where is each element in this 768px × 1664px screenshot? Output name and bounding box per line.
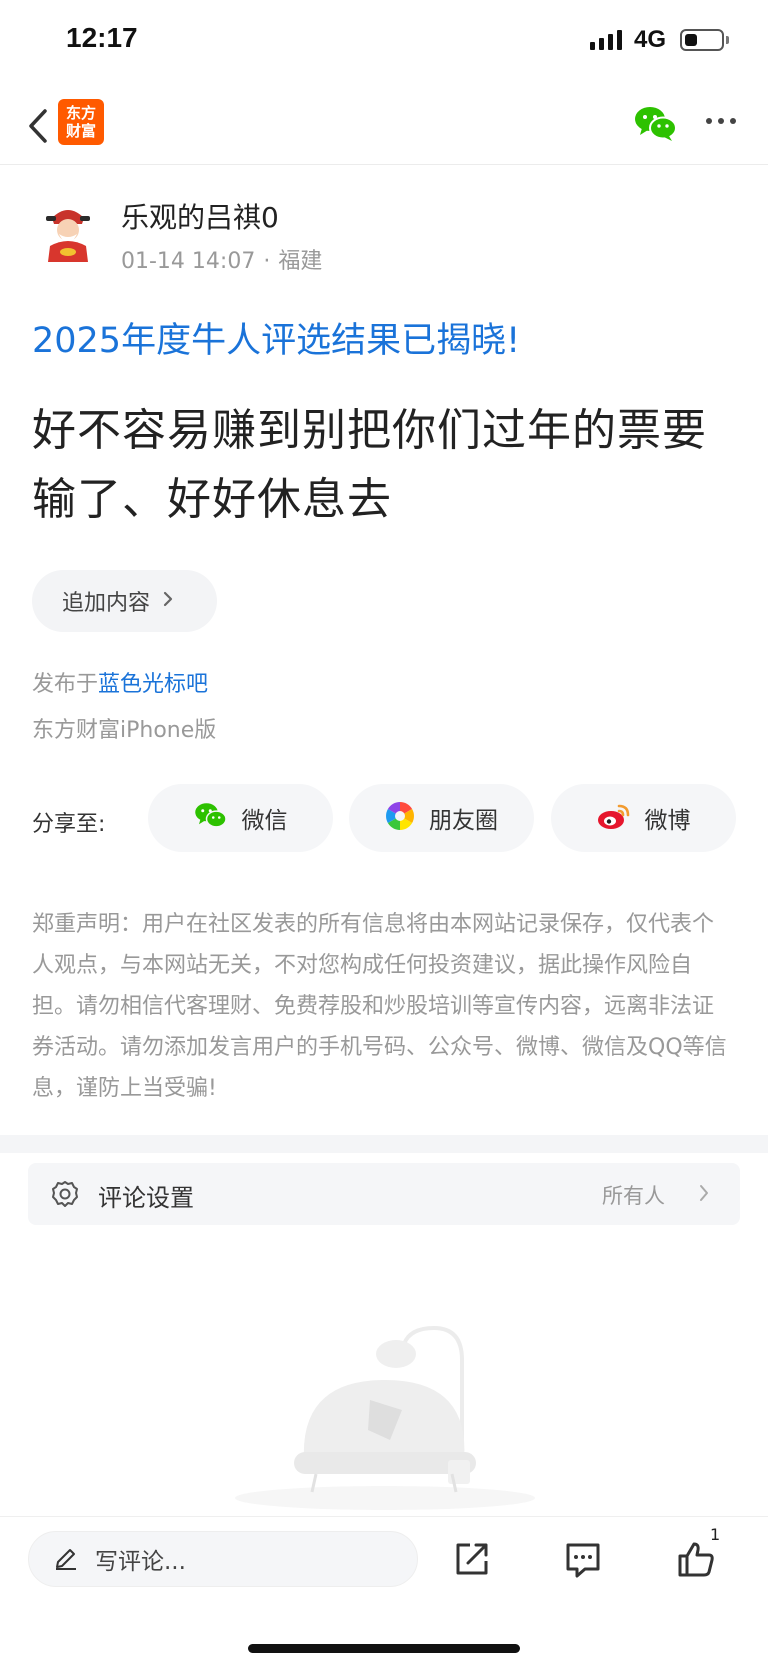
more-icon[interactable] — [706, 118, 736, 124]
moments-icon — [385, 801, 415, 835]
battery-cap — [726, 36, 729, 44]
gear-icon — [50, 1179, 80, 1209]
app-logo[interactable]: 东方 财富 — [58, 99, 104, 145]
banner-link[interactable]: 2025年度牛人评选结果已揭晓! — [32, 312, 520, 363]
disclaimer-text: 郑重声明：用户在社区发表的所有信息将由本网站记录保存，仅代表个人观点，与本网站无… — [32, 912, 727, 1101]
share-wechat-button[interactable]: 微信 — [148, 784, 333, 852]
bottom-action-bar: 写评论... 1 — [0, 1516, 768, 1664]
chevron-right-icon — [162, 590, 174, 612]
weibo-icon — [597, 802, 631, 834]
like-count: 1 — [710, 1525, 721, 1544]
logo-text-2: 财富 — [65, 122, 96, 140]
signal-icon — [590, 30, 622, 50]
navigation-bar: 东方 财富 — [0, 86, 768, 165]
post-meta: 01-14 14:07 · 福建 — [121, 243, 322, 275]
network-type: 4G — [634, 26, 667, 53]
share-weibo-button[interactable]: 微博 — [551, 784, 736, 852]
chevron-right-icon — [698, 1183, 710, 1207]
comment-settings-row[interactable]: 评论设置 所有人 — [28, 1163, 740, 1225]
chevron-left-icon[interactable] — [18, 106, 58, 146]
posted-in: 发布于蓝色光标吧 — [32, 666, 208, 698]
share-moments-button[interactable]: 朋友圈 — [349, 784, 534, 852]
comment-placeholder: 写评论... — [95, 1549, 186, 1575]
append-content-button[interactable]: 追加内容 — [32, 570, 217, 632]
section-divider — [0, 1135, 768, 1153]
append-content-label: 追加内容 — [62, 591, 151, 616]
forum-link[interactable]: 蓝色光标吧 — [98, 672, 208, 697]
post-datetime: 01-14 14:07 — [121, 249, 256, 274]
comment-settings-label: 评论设置 — [98, 1184, 194, 1212]
wechat-icon — [194, 801, 228, 835]
status-time: 12:17 — [66, 22, 138, 53]
comment-input[interactable]: 写评论... — [28, 1531, 418, 1587]
empty-comments-illustration — [220, 1320, 550, 1510]
share-moments-label: 朋友圈 — [429, 808, 498, 834]
separator-dot: · — [263, 249, 271, 274]
share-out-icon[interactable] — [452, 1539, 492, 1579]
post-location: 福建 — [278, 249, 323, 274]
share-wechat-label: 微信 — [241, 808, 288, 834]
thumbs-up-icon[interactable] — [676, 1539, 716, 1579]
share-label: 分享至: — [32, 812, 106, 837]
share-weibo-label: 微博 — [644, 808, 691, 834]
avatar[interactable] — [32, 196, 104, 268]
comment-settings-value: 所有人 — [602, 1184, 665, 1208]
author-name[interactable]: 乐观的吕祺0 — [121, 196, 279, 236]
client-source: 东方财富iPhone版 — [32, 718, 217, 743]
logo-text-1: 东方 — [65, 104, 96, 122]
home-indicator — [248, 1644, 520, 1653]
battery-icon — [680, 29, 724, 51]
wechat-icon[interactable] — [634, 104, 678, 144]
post-body: 好不容易赚到别把你们过年的票要输了、好好休息去 — [32, 405, 707, 525]
posted-in-prefix: 发布于 — [32, 672, 99, 697]
edit-icon — [53, 1544, 79, 1574]
comment-icon[interactable] — [563, 1539, 603, 1579]
